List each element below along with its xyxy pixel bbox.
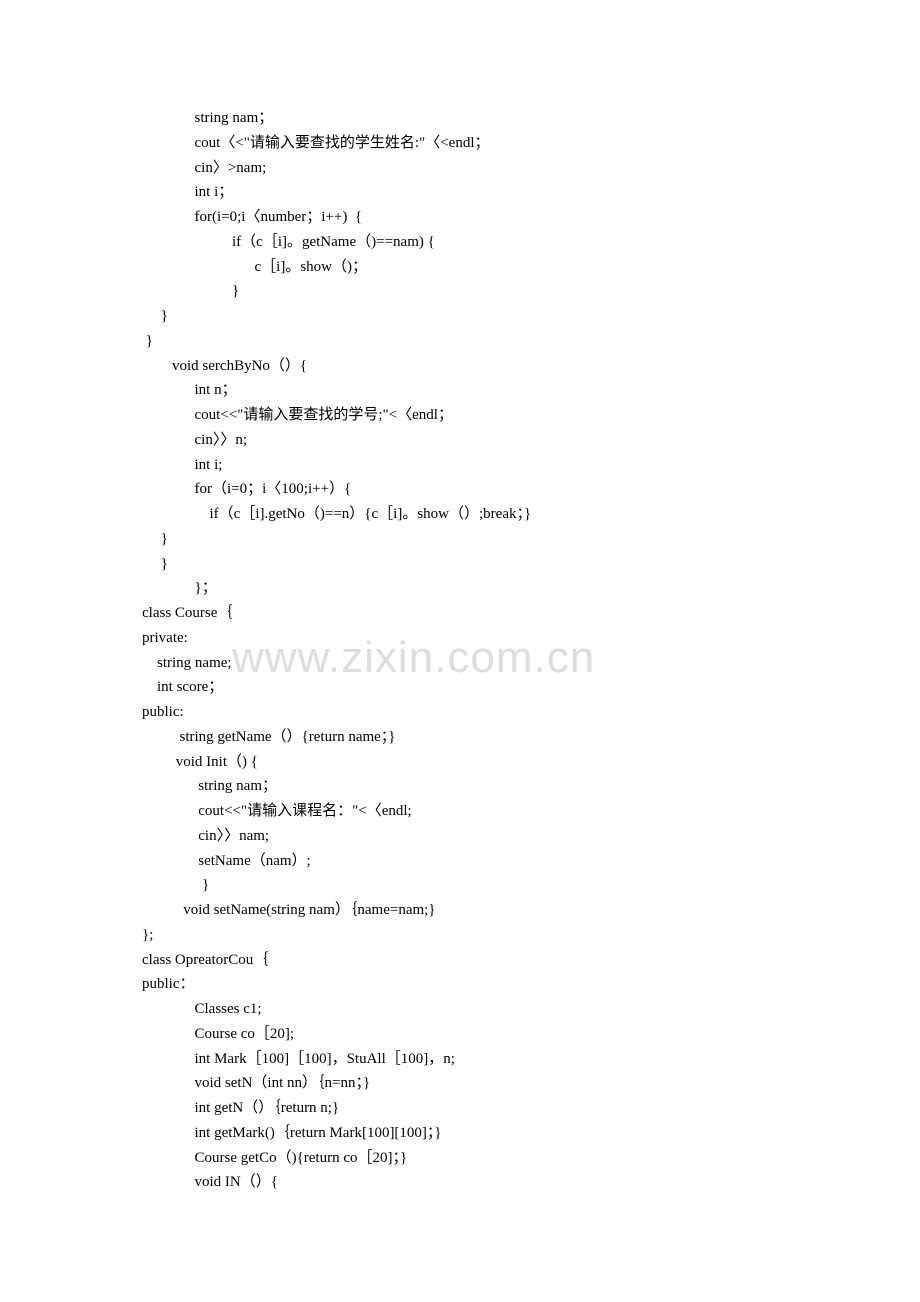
code-block: string nam； cout〈<"请输入要查找的学生姓名:"〈<endl； …: [142, 106, 802, 1195]
